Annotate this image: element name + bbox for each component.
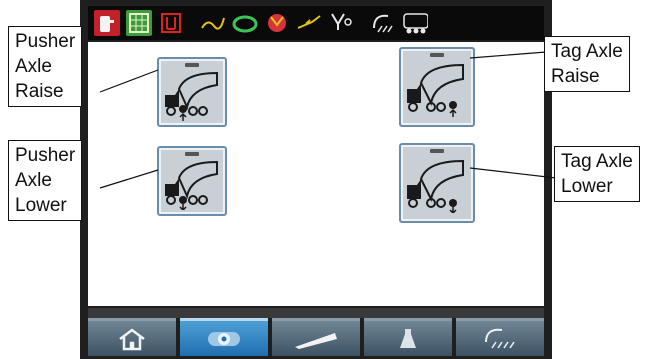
tab-home[interactable] [88,318,176,356]
callout-line: Pusher [15,31,76,52]
chute-icon [295,332,337,349]
callout-tag-axle-lower: Tag Axle Lower [554,146,640,202]
bottom-tab-bar [88,318,544,356]
callout-line: Tag Axle [561,151,633,172]
callout-pusher-axle-lower: Pusher Axle Lower [8,140,83,221]
callout-line: Lower [561,176,613,197]
callout-tag-axle-raise: Tag Axle Raise [544,36,630,92]
tab-lamp[interactable] [364,318,452,356]
tab-axle[interactable] [180,318,268,356]
work-light-icon [485,328,515,348]
callout-line: Axle [15,170,52,191]
axle-icon [208,331,240,346]
callout-line: Axle [15,56,52,77]
callout-line: Lower [15,195,67,216]
callout-line: Tag Axle [551,41,623,62]
callout-pusher-axle-raise: Pusher Axle Raise [8,26,83,107]
lamp-icon [400,328,416,348]
callout-line: Raise [15,81,64,102]
callout-line: Raise [551,66,600,87]
tab-chute[interactable] [272,318,360,356]
tab-work-light[interactable] [456,318,544,356]
callout-line: Pusher [15,145,76,166]
tab-strip [88,308,544,318]
home-icon [119,327,145,350]
